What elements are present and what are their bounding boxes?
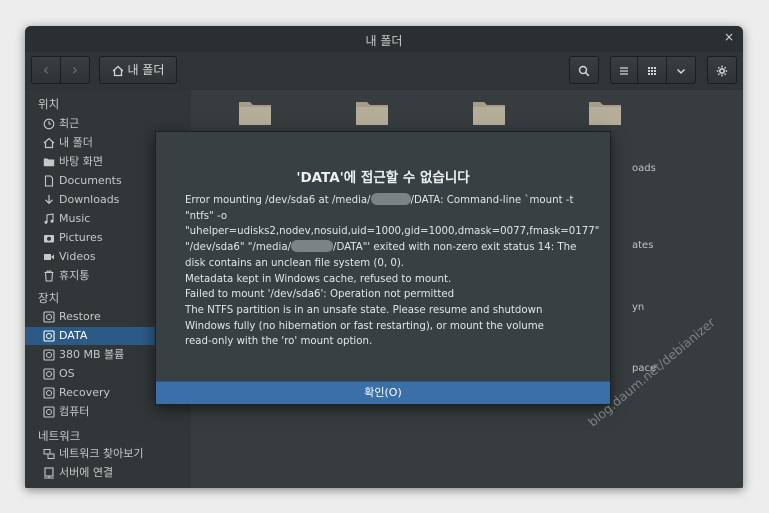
sidebar-item-label: Videos [59, 250, 96, 263]
toolbar: ‹ › 내 폴더 [25, 52, 743, 91]
error-dialog: 'DATA'에 접근할 수 없습니다 Error mounting /dev/s… [155, 131, 611, 405]
search-button[interactable] [569, 56, 599, 84]
sidebar-item-label: 서버에 연결 [59, 466, 114, 479]
sidebar-heading-devices: 장치 [38, 291, 60, 305]
drive-icon [43, 311, 55, 323]
clock-icon [43, 118, 55, 130]
download-icon [43, 194, 55, 206]
folder-label-fragment: oads [632, 163, 656, 174]
back-button[interactable]: ‹ [31, 56, 61, 84]
video-icon [43, 251, 55, 263]
list-icon [619, 63, 629, 77]
dialog-message: Error mounting /dev/sda6 at /media/ /DATA… [185, 193, 600, 350]
sidebar-item-label: Music [59, 212, 91, 225]
sidebar-item-label: 컴퓨터 [59, 405, 90, 418]
folder-icon[interactable] [355, 98, 389, 126]
message-line: "/dev/sda6" "/media/ /DATA"' exited with … [185, 240, 590, 256]
location-label: 내 폴더 [127, 63, 165, 77]
music-icon [43, 213, 55, 225]
sidebar-item-label: 380 MB 볼륨 [59, 348, 125, 361]
sidebar-item-label: Recovery [59, 386, 111, 399]
message-line: "uhelper=udisks2,nodev,nosuid,uid=1000,g… [185, 226, 600, 238]
close-window-button[interactable]: × [724, 30, 734, 44]
sidebar-item-computer[interactable]: 컴퓨터 [25, 403, 191, 421]
message-text: "/dev/sda6" "/media/ [185, 242, 292, 254]
folder-icon[interactable] [588, 98, 622, 126]
window-title: 내 폴더 [365, 34, 403, 48]
search-icon [578, 63, 590, 77]
grid-view-button[interactable] [637, 56, 667, 84]
message-line: Metadata kept in Windows cache, refused … [185, 273, 452, 285]
home-icon [43, 137, 55, 149]
drive-icon [43, 387, 55, 399]
list-view-button[interactable] [610, 56, 638, 84]
folder-label-fragment: yn [632, 302, 645, 313]
chevron-left-icon: ‹ [42, 60, 50, 79]
sidebar-item-browse-network[interactable]: 네트워크 찾아보기 [25, 445, 191, 463]
chevron-down-icon [676, 63, 686, 77]
sidebar-item-label: 바탕 화면 [59, 155, 103, 168]
drive-icon [43, 406, 55, 418]
settings-button[interactable] [707, 56, 737, 84]
redacted-username [370, 193, 411, 205]
message-line: "ntfs" -o [185, 210, 228, 222]
folder-label-fragment: ates [632, 240, 654, 251]
dialog-title: 'DATA'에 접근할 수 없습니다 [296, 170, 470, 186]
folder-icon[interactable] [238, 98, 272, 126]
message-line: The NTFS partition is in an unsafe state… [185, 304, 543, 316]
trash-icon [43, 270, 55, 282]
grid-icon [647, 63, 657, 77]
folder-icon [43, 156, 55, 168]
sidebar-item-label: DATA [59, 329, 88, 342]
sidebar-item-connect-server[interactable]: 서버에 연결 [25, 464, 191, 482]
forward-button[interactable]: › [60, 56, 90, 84]
drive-icon [43, 330, 55, 342]
redacted-username [291, 240, 334, 253]
gear-icon [716, 63, 728, 77]
message-line: read-only with the 'ro' mount option. [185, 336, 373, 348]
sidebar-item-label: OS [59, 367, 75, 380]
sidebar-item-label: Downloads [59, 193, 120, 206]
drive-icon [43, 368, 55, 380]
server-icon [43, 467, 55, 479]
sidebar-heading-places: 위치 [38, 97, 60, 111]
message-text: Error mounting /dev/sda6 at /media/ [185, 195, 371, 206]
folder-icon[interactable] [472, 98, 506, 126]
sidebar-heading-network: 네트워크 [38, 429, 81, 443]
title-bar: 내 폴더 × [25, 26, 743, 52]
sidebar-item-label: Documents [59, 174, 122, 187]
sidebar-item-label: 최근 [59, 117, 80, 130]
home-icon [112, 63, 128, 77]
sidebar-item-label: Restore [59, 310, 101, 323]
location-home-button[interactable]: 내 폴더 [99, 56, 177, 84]
message-line: Failed to mount '/dev/sda6': Operation n… [185, 289, 455, 301]
sidebar-item-label: 네트워크 찾아보기 [59, 447, 144, 460]
ok-button[interactable]: 확인(O) [156, 381, 610, 404]
message-line: Error mounting /dev/sda6 at /media/ /DATA… [185, 193, 590, 209]
document-icon [43, 175, 55, 187]
sidebar-item-label: 내 폴더 [59, 136, 93, 149]
sidebar-item-label: 휴지통 [59, 269, 90, 282]
view-options-button[interactable] [666, 56, 696, 84]
camera-icon [43, 232, 55, 244]
message-text: /DATA: Command-line `mount -t [410, 195, 574, 206]
message-line: Windows fully (no hibernation or fast re… [185, 320, 544, 332]
drive-icon [43, 349, 55, 361]
message-line: disk contains an unclean file system (0,… [185, 257, 405, 269]
sidebar-item-label: Pictures [59, 231, 103, 244]
chevron-right-icon: › [71, 60, 79, 79]
network-icon [43, 448, 55, 460]
message-text: /DATA"' exited with non-zero exit status… [333, 242, 577, 254]
